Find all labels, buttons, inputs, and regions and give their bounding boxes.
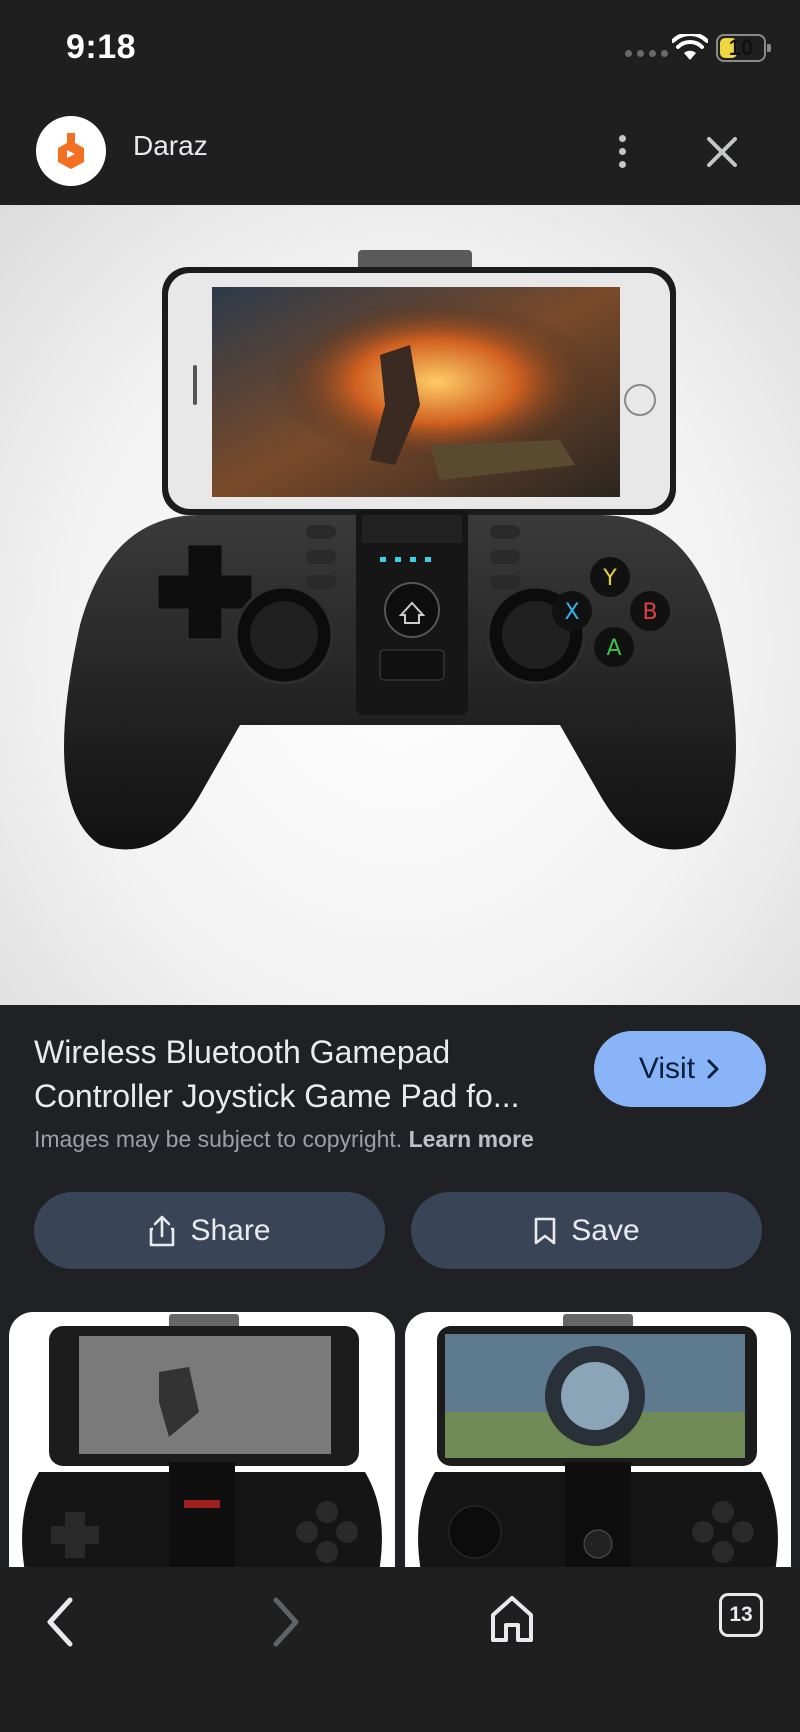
home-icon[interactable] [488, 1593, 536, 1645]
bottom-navigation: 13 [0, 1567, 800, 1732]
share-label: Share [190, 1213, 271, 1247]
status-bar: 9:18 10 [0, 0, 800, 100]
related-image-1[interactable] [9, 1312, 395, 1567]
svg-text:X: X [564, 600, 579, 625]
related-images [0, 1312, 800, 1567]
chevron-right-icon [707, 1059, 719, 1079]
save-button[interactable]: Save [411, 1192, 762, 1269]
copyright-text: Images may be subject to copyright. [34, 1126, 403, 1152]
product-image[interactable]: Y X B A [0, 205, 800, 1005]
tab-count: 13 [729, 1603, 753, 1626]
wifi-icon [672, 34, 708, 60]
save-label: Save [571, 1213, 640, 1247]
status-time: 9:18 [66, 28, 137, 66]
tabs-count-button[interactable]: 13 [719, 1593, 763, 1637]
svg-text:A: A [606, 636, 621, 661]
share-icon [150, 1215, 175, 1246]
learn-more-link[interactable]: Learn more [409, 1126, 534, 1152]
visit-button[interactable]: Visit [594, 1031, 766, 1107]
related-image-2[interactable] [405, 1312, 791, 1567]
battery-icon: 10 [716, 34, 771, 62]
gamepad-illustration: Y X B A [64, 250, 736, 850]
visit-label: Visit [638, 1052, 696, 1085]
bookmark-icon [534, 1217, 556, 1244]
back-icon[interactable] [40, 1592, 80, 1652]
product-title[interactable]: Wireless Bluetooth Gamepad Controller Jo… [34, 1030, 574, 1118]
cellular-signal-icon [625, 50, 668, 57]
daraz-logo-icon[interactable] [36, 116, 106, 186]
battery-level: 10 [728, 35, 754, 60]
more-vertical-icon[interactable] [604, 128, 640, 174]
forward-icon[interactable] [266, 1592, 306, 1652]
share-button[interactable]: Share [34, 1192, 385, 1269]
svg-text:B: B [642, 600, 657, 625]
source-header: Daraz [0, 100, 800, 205]
close-icon[interactable] [700, 130, 744, 174]
copyright-notice: Images may be subject to copyright. Lear… [34, 1126, 534, 1153]
svg-text:Y: Y [602, 566, 617, 591]
site-name[interactable]: Daraz [133, 130, 208, 162]
